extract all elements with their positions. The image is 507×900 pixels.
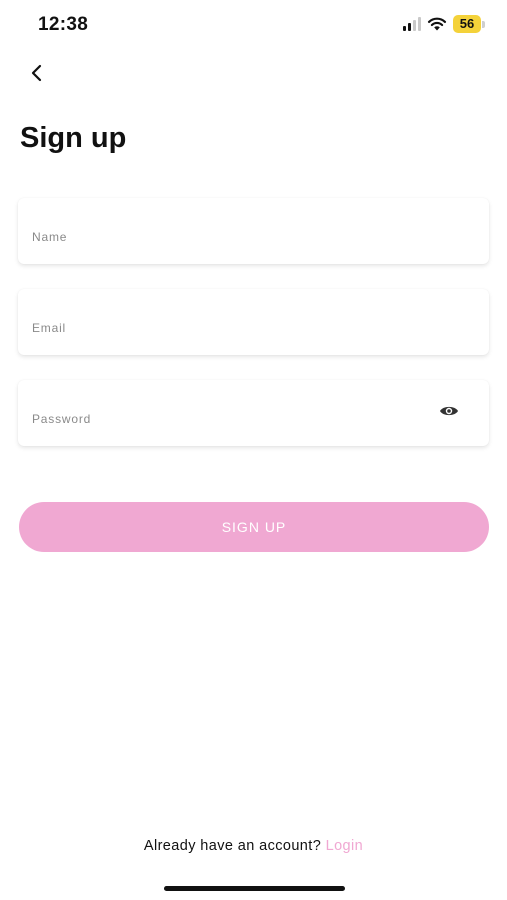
chevron-left-icon [31,64,42,82]
status-indicators: 56 [403,15,485,33]
password-field-container [18,380,489,446]
login-link[interactable]: Login [326,838,363,854]
email-input[interactable] [18,289,489,355]
login-prompt: Already have an account? Login [0,838,507,854]
cellular-signal-icon [403,17,421,31]
signup-button[interactable]: SIGN UP [19,502,489,552]
home-indicator [164,886,345,891]
battery-level: 56 [453,15,481,33]
email-field-container [18,289,489,355]
name-field-container [18,198,489,264]
eye-icon[interactable] [439,404,459,418]
password-input[interactable] [18,380,489,446]
wifi-icon [427,17,447,32]
login-prompt-text: Already have an account? [143,838,322,854]
battery-icon: 56 [453,15,485,33]
name-input[interactable] [18,198,489,264]
page-title: Sign up [20,122,127,154]
signup-screen: 12:38 56 Sign up Name Email SIGN UP Alre… [0,0,507,900]
back-button[interactable] [22,58,52,88]
status-time: 12:38 [38,14,89,35]
